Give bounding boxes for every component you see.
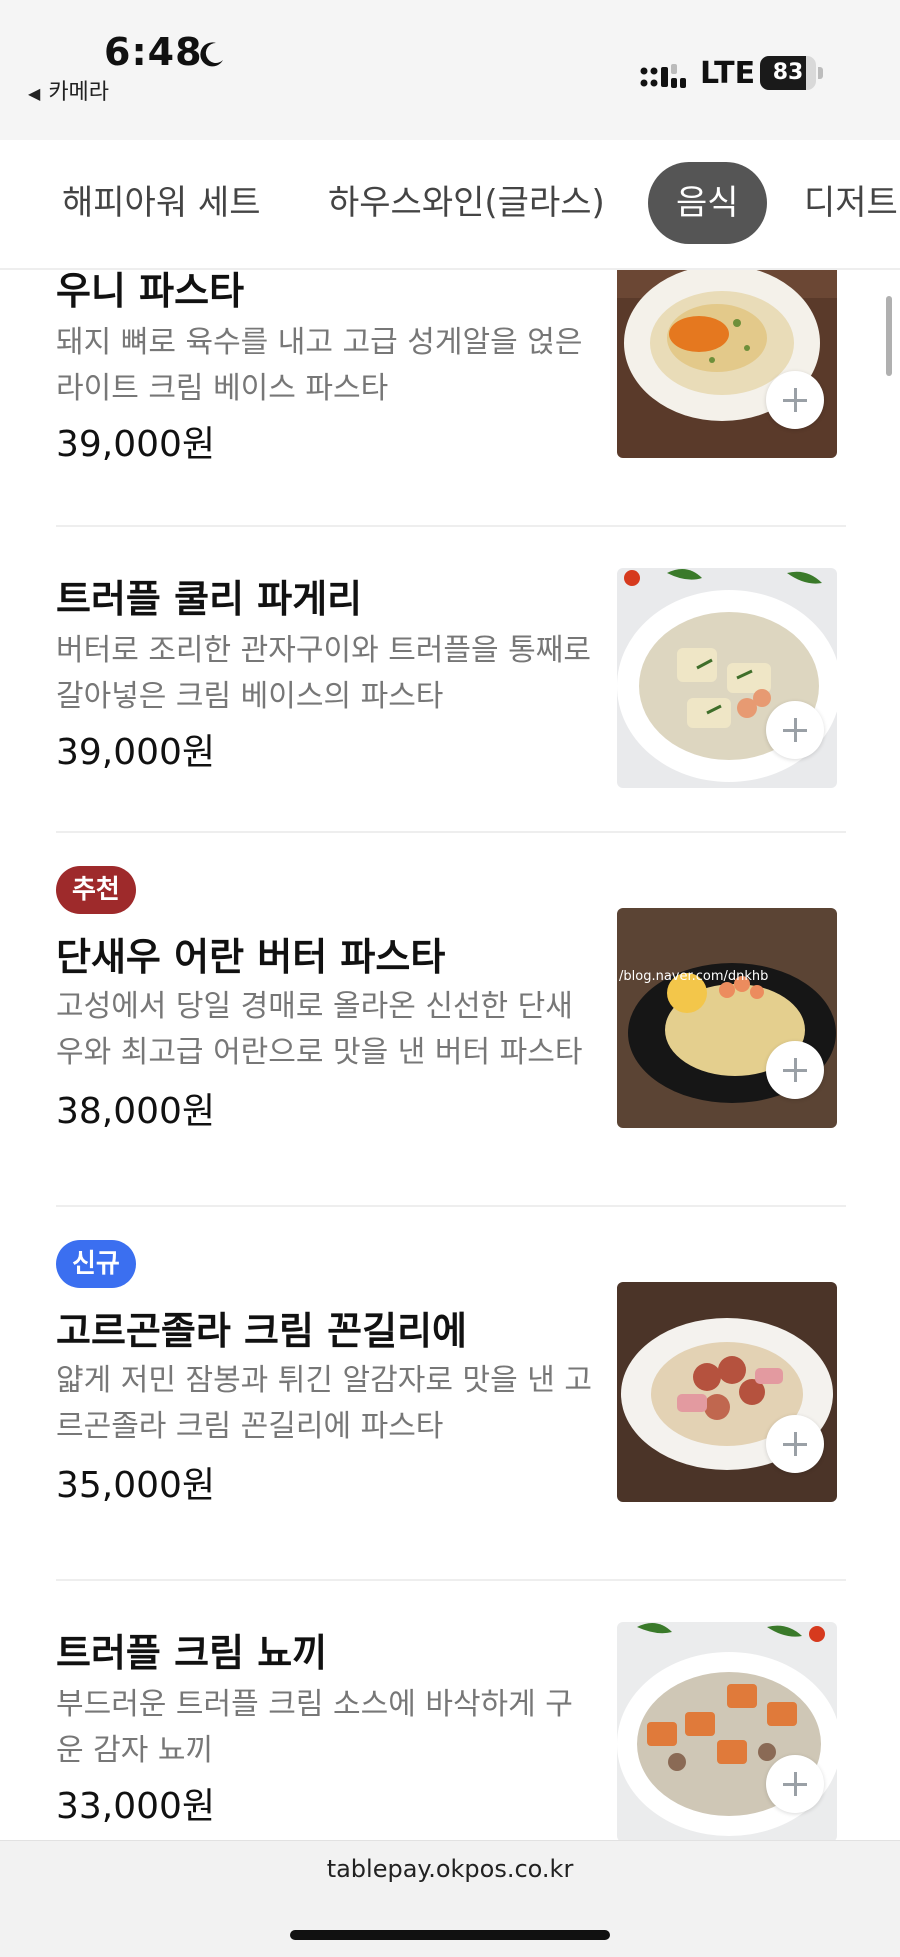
item-name: 트러플 쿨리 파게리 xyxy=(56,577,363,621)
add-to-cart-button[interactable] xyxy=(766,371,824,429)
item-name: 우니 파스타 xyxy=(56,270,245,313)
item-price: 39,000원 xyxy=(56,732,216,773)
back-app-label: 카메라 xyxy=(48,80,110,105)
tab-happy-hour-set[interactable]: 해피아워 세트 xyxy=(62,162,261,244)
category-tab-bar: 해피아워 세트 하우스와인(글라스) 음식 디저트 xyxy=(0,140,900,270)
menu-item-uni-pasta[interactable]: 우니 파스타 돼지 뼈로 육수를 내고 고급 성게알을 얹은 라이트 크림 베이… xyxy=(56,270,846,520)
menu-item-truffle-gnocchi[interactable]: 트러플 크림 뇨끼 부드러운 트러플 크림 소스에 바삭하게 구운 감자 뇨끼 … xyxy=(56,1582,846,1840)
item-price: 33,000원 xyxy=(56,1786,216,1827)
menu-item-gorgonzola-conchiglie[interactable]: 신규 고르곤졸라 크림 꼰길리에 얇게 저민 잠봉과 튀긴 알감자로 맛을 낸 … xyxy=(56,1208,846,1582)
browser-bottom-bar: tablepay.okpos.co.kr xyxy=(0,1840,900,1957)
item-price: 35,000원 xyxy=(56,1465,216,1506)
tab-house-wine-glass[interactable]: 하우스와인(글라스) xyxy=(328,162,605,244)
uni-pasta-image xyxy=(617,270,837,458)
item-name: 고르곤졸라 크림 꼰길리에 xyxy=(56,1309,468,1353)
battery-icon: 83 xyxy=(760,56,824,90)
item-price: 39,000원 xyxy=(56,424,216,465)
tab-food[interactable]: 음식 xyxy=(648,162,767,244)
item-price: 38,000원 xyxy=(56,1091,216,1132)
home-indicator[interactable] xyxy=(290,1930,610,1940)
add-to-cart-button[interactable] xyxy=(766,701,824,759)
back-arrow-icon: ◀ xyxy=(28,84,41,103)
badge-new: 신규 xyxy=(56,1240,136,1288)
network-label: LTE xyxy=(700,56,756,91)
item-name: 단새우 어란 버터 파스타 xyxy=(56,935,446,979)
menu-list: 우니 파스타 돼지 뼈로 육수를 내고 고급 성게알을 얹은 라이트 크림 베이… xyxy=(0,270,900,1840)
status-bar: 6:48 ◀ 카메라 LTE 83 xyxy=(0,0,900,140)
item-name: 트러플 크림 뇨끼 xyxy=(56,1631,328,1675)
item-description: 고성에서 당일 경매로 올라온 신선한 단새우와 최고급 어란으로 맛을 낸 버… xyxy=(56,989,583,1070)
item-divider xyxy=(56,525,846,527)
scrollbar[interactable] xyxy=(886,296,892,376)
add-to-cart-button[interactable] xyxy=(766,1041,824,1099)
item-description: 돼지 뼈로 육수를 내고 고급 성게알을 얹은 라이트 크림 베이스 파스타 xyxy=(56,325,583,406)
status-time: 6:48 xyxy=(104,30,203,74)
app-screen: 6:48 ◀ 카메라 LTE 83 해피아워 세트 하우스와인(글라스) 음식 디… xyxy=(0,0,900,1957)
signal-icon xyxy=(640,64,686,88)
item-divider xyxy=(56,831,846,833)
back-to-camera-link[interactable]: ◀ 카메라 xyxy=(28,74,109,106)
tab-dessert[interactable]: 디저트 xyxy=(804,162,898,244)
item-description: 버터로 조리한 관자구이와 트러플을 통째로 갈아넣은 크림 베이스의 파스타 xyxy=(56,633,591,714)
item-description: 얇게 저민 잠봉과 튀긴 알감자로 맛을 낸 고르곤졸라 크림 꼰길리에 파스타 xyxy=(56,1363,592,1444)
menu-item-shrimp-butter-pasta[interactable]: 추천 단새우 어란 버터 파스타 고성에서 당일 경매로 올라온 신선한 단새우… xyxy=(56,834,846,1208)
moon-icon xyxy=(200,42,223,67)
item-divider xyxy=(56,1205,846,1207)
badge-recommend: 추천 xyxy=(56,866,136,914)
add-to-cart-button[interactable] xyxy=(766,1415,824,1473)
item-description: 부드러운 트러플 크림 소스에 바삭하게 구운 감자 뇨끼 xyxy=(56,1687,573,1768)
image-watermark: /blog.naver.com/dnkhb xyxy=(619,969,768,984)
item-divider xyxy=(56,1579,846,1581)
url-label[interactable]: tablepay.okpos.co.kr xyxy=(0,1855,900,1883)
add-to-cart-button[interactable] xyxy=(766,1755,824,1813)
battery-percent: 83 xyxy=(772,60,804,85)
